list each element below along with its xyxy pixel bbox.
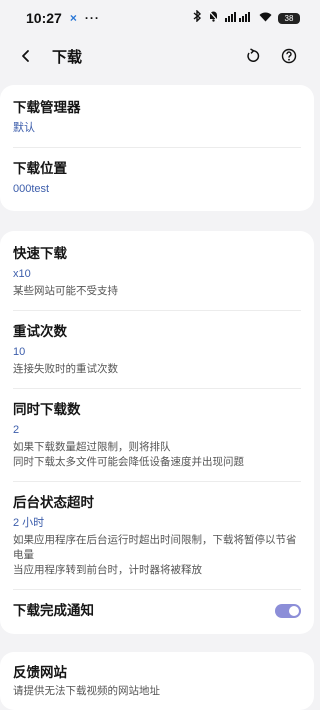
download-basic-card: 下载管理器 默认 下载位置 000test xyxy=(0,85,314,211)
battery-icon: 38 xyxy=(278,12,300,24)
download-complete-notify-title: 下载完成通知 xyxy=(13,603,94,618)
status-time: 10:27 xyxy=(26,10,62,26)
status-bar: 10:27 × ··· 38 xyxy=(0,0,314,36)
background-timeout-title: 后台状态超时 xyxy=(13,495,94,510)
page-title: 下载 xyxy=(52,48,83,66)
download-location-value: 000test xyxy=(13,183,50,195)
retry-count-value: 10 xyxy=(13,346,26,358)
download-location-title: 下载位置 xyxy=(13,161,67,176)
fast-download-item[interactable]: 快速下载 x10 某些网站可能不受支持 xyxy=(13,231,301,311)
reset-button[interactable] xyxy=(240,43,266,69)
download-complete-notify-item: 下载完成通知 xyxy=(13,590,301,634)
download-manager-title: 下载管理器 xyxy=(13,100,81,115)
concurrent-downloads-value: 2 xyxy=(13,424,20,436)
concurrent-downloads-desc-1: 如果下载数量超过限制，则将排队 xyxy=(13,441,171,453)
status-left: 10:27 × ··· xyxy=(26,10,100,26)
more-notifications-icon: ··· xyxy=(84,11,100,25)
signal-icon xyxy=(225,9,253,27)
reset-icon xyxy=(247,48,260,62)
concurrent-downloads-title: 同时下载数 xyxy=(13,402,81,417)
fast-download-title: 快速下载 xyxy=(13,246,67,261)
feedback-site-item[interactable]: 反馈网站 请提供无法下载视频的网站地址 xyxy=(13,652,301,710)
toggle-knob xyxy=(289,606,299,616)
bluetooth-icon xyxy=(193,9,202,27)
feedback-site-desc: 请提供无法下载视频的网站地址 xyxy=(13,685,160,697)
wifi-icon xyxy=(259,9,272,27)
notification-x-icon: × xyxy=(69,11,77,25)
feedback-card: 反馈网站 请提供无法下载视频的网站地址 xyxy=(0,652,314,710)
help-button[interactable] xyxy=(276,43,302,69)
download-manager-item[interactable]: 下载管理器 默认 xyxy=(13,85,301,148)
silent-bell-icon xyxy=(208,9,219,27)
download-complete-notify-toggle[interactable] xyxy=(275,604,301,618)
app-bar: 下载 xyxy=(0,36,314,76)
background-timeout-desc-2: 当应用程序转到前台时，计时器将被释放 xyxy=(13,564,202,576)
fast-download-desc: 某些网站可能不受支持 xyxy=(13,285,118,297)
download-settings-card: 快速下载 x10 某些网站可能不受支持 重试次数 10 连接失败时的重试次数 同… xyxy=(0,231,314,634)
feedback-site-title: 反馈网站 xyxy=(13,665,67,680)
fast-download-value: x10 xyxy=(13,268,31,280)
background-timeout-desc-1: 如果应用程序在后台运行时超出时间限制，下载将暂停以节省电量 xyxy=(13,534,297,561)
retry-count-item[interactable]: 重试次数 10 连接失败时的重试次数 xyxy=(13,311,301,389)
status-right: 38 xyxy=(193,9,300,27)
back-arrow-icon xyxy=(22,50,29,62)
download-location-item[interactable]: 下载位置 000test xyxy=(13,148,301,211)
background-timeout-value: 2 小时 xyxy=(13,517,45,529)
background-timeout-item[interactable]: 后台状态超时 2 小时 如果应用程序在后台运行时超出时间限制，下载将暂停以节省电… xyxy=(13,482,301,590)
concurrent-downloads-desc-2: 同时下载太多文件可能会降低设备速度并出现问题 xyxy=(13,456,244,468)
back-button[interactable] xyxy=(14,44,38,68)
retry-count-title: 重试次数 xyxy=(13,324,67,339)
help-icon xyxy=(281,48,297,64)
download-manager-value: 默认 xyxy=(13,122,35,134)
concurrent-downloads-item[interactable]: 同时下载数 2 如果下载数量超过限制，则将排队 同时下载太多文件可能会降低设备速… xyxy=(13,389,301,482)
retry-count-desc: 连接失败时的重试次数 xyxy=(13,363,118,375)
